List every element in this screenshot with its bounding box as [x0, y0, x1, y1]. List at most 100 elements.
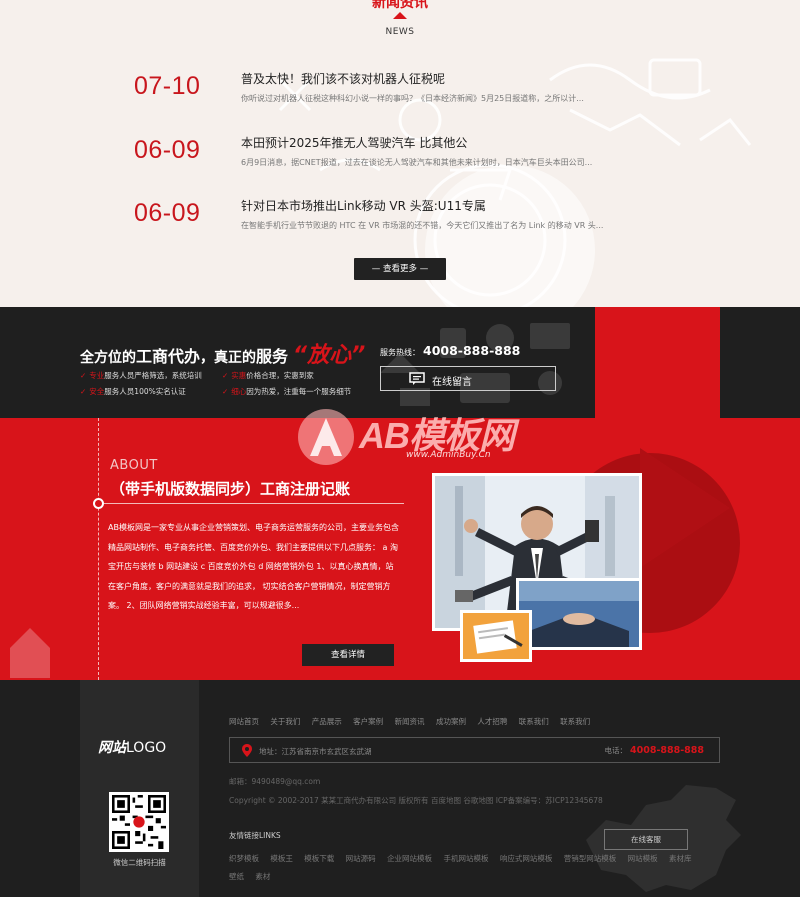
friend-link[interactable]: 模板下载	[304, 850, 334, 868]
friend-link[interactable]: 营销型网站模板	[564, 850, 617, 868]
check-icon: ✓	[222, 387, 229, 396]
phone-label: 电话：	[604, 746, 628, 755]
site-footer: 网站LOGO 微信二维码扫描 网站首页 关于我们 产品展示 客户案例 新闻资讯 …	[0, 680, 800, 897]
logo-cn: 网站	[98, 740, 126, 756]
company-email: 邮箱：9490489@qq.com	[229, 777, 321, 786]
news-date: 07-10	[134, 72, 201, 100]
footer-nav: 网站首页 关于我们 产品展示 客户案例 新闻资讯 成功案例 人才招聘 联系我们 …	[229, 716, 599, 727]
banner-headline: 全方位的工商代办，真正的服务 “放心”	[80, 337, 365, 369]
about-decor-icon	[10, 628, 50, 678]
headline-part: 服务	[256, 347, 289, 366]
logo-en: LOGO	[126, 740, 167, 756]
footer-nav-link[interactable]: 联系我们	[560, 717, 590, 726]
caret-up-icon	[393, 12, 407, 19]
headline-part: 全方位的	[80, 350, 136, 366]
feature-keyword: 实惠	[231, 371, 247, 380]
footer-nav-link[interactable]: 人才招聘	[477, 717, 507, 726]
about-label-en: ABOUT	[110, 458, 158, 473]
feature-item: ✓ 细心因为热爱，注重每一个服务细节	[222, 386, 351, 397]
view-more-news-button[interactable]: — 查看更多 —	[354, 258, 446, 280]
news-section-subtitle: NEWS	[385, 27, 415, 37]
site-logo[interactable]: 网站LOGO	[98, 737, 166, 757]
wechat-qr-code	[109, 792, 169, 852]
news-summary: 在智能手机行业节节败退的 HTC 在 VR 市场混的还不错，今天它们又推出了名为…	[241, 221, 604, 230]
friend-link[interactable]: 企业网站模板	[387, 850, 432, 868]
location-pin-icon	[242, 744, 252, 757]
feature-text: 服务人员严格筛选，系统培训	[104, 371, 202, 380]
phone-number: 4008-888-888	[630, 745, 704, 756]
footer-nav-link[interactable]: 新闻资讯	[395, 717, 425, 726]
address-bar: 地址：江苏省南京市玄武区玄武湖 电话： 4008-888-888	[229, 737, 720, 763]
footer-nav-link[interactable]: 客户案例	[353, 717, 383, 726]
news-item[interactable]: 07-10 普及太快！我们该不该对机器人征税呢 你听说过对机器人征税这种科幻小说…	[134, 70, 654, 120]
footer-nav-link[interactable]: 成功案例	[436, 717, 466, 726]
feature-item: ✓ 实惠价格合理，实惠到家	[222, 370, 314, 381]
news-summary: 6月9日消息，据CNET报道，过去在谈论无人驾驶汽车和其他未来计划时，日本汽车巨…	[241, 158, 593, 167]
feature-keyword: 细心	[231, 387, 247, 396]
friend-link[interactable]: 响应式网站模板	[500, 850, 553, 868]
footer-brand-panel: 网站LOGO 微信二维码扫描	[80, 680, 199, 897]
about-decor-triangle	[640, 448, 730, 568]
feature-item: ✓ 安全服务人员100%实名认证	[80, 386, 186, 397]
friend-link[interactable]: 模板王	[270, 850, 293, 868]
feature-keyword: 安全	[89, 387, 105, 396]
news-section-title: 新闻资讯	[372, 0, 428, 11]
feature-text: 因为热爱，注重每一个服务细节	[246, 387, 352, 396]
hotline-number: 4008-888-888	[423, 343, 521, 358]
watermark-logo-icon	[298, 409, 354, 465]
view-details-button[interactable]: 查看详情	[302, 644, 394, 666]
online-message-button[interactable]: 在线留言	[380, 366, 556, 391]
friend-link[interactable]: 壁纸	[229, 868, 244, 886]
friend-link[interactable]: 素材库	[669, 850, 692, 868]
footer-nav-link[interactable]: 网站首页	[229, 717, 259, 726]
footer-nav-link[interactable]: 联系我们	[519, 717, 549, 726]
timeline-dot	[93, 498, 104, 509]
footer-nav-link[interactable]: 关于我们	[270, 717, 300, 726]
handshake-photo	[516, 578, 642, 650]
feature-item: ✓ 专业服务人员严格筛选，系统培训	[80, 370, 202, 381]
news-summary: 你听说过对机器人征税这种科幻小说一样的事吗？《日本经济新闻》5月25日报道称，之…	[241, 94, 584, 103]
copyright-text: Copyright © 2002-2017 某某工商代办有限公司 版权所有 百度…	[229, 796, 603, 805]
friend-links-title: 友情链接LINKS	[229, 831, 281, 840]
headline-part: ，真正的	[200, 350, 257, 366]
news-date: 06-09	[134, 199, 201, 227]
footer-nav-link[interactable]: 产品展示	[312, 717, 342, 726]
feature-text: 价格合理，实惠到家	[246, 371, 314, 380]
company-address: 地址：江苏省南京市玄武区玄武湖	[259, 747, 372, 756]
banner-background-icons	[380, 323, 570, 406]
friend-link[interactable]: 手机网站模板	[443, 850, 488, 868]
news-section: 新闻资讯 NEWS 07-10 普及太快！我们该不该对机器人征税呢 你听说过对机…	[0, 0, 800, 307]
site-watermark: AB模板网 www.AdminBuy.Cn	[296, 404, 516, 484]
news-item[interactable]: 06-09 针对日本市场推出Link移动 VR 头盔:U11专属 在智能手机行业…	[134, 197, 654, 247]
service-hotline: 服务热线： 4008-888-888	[380, 343, 520, 358]
headline-part: 工商代办	[136, 347, 201, 366]
news-item[interactable]: 06-09 本田预计2025年推无人驾驶汽车 比其他公 6月9日消息，据CNET…	[134, 134, 654, 184]
qr-label: 微信二维码扫描	[113, 858, 166, 867]
message-icon	[409, 372, 425, 385]
company-phone: 电话： 4008-888-888	[605, 745, 705, 756]
news-headline-link[interactable]: 普及太快！我们该不该对机器人征税呢	[241, 70, 445, 87]
feature-text: 服务人员100%实名认证	[104, 387, 186, 396]
banner-red-block	[595, 307, 720, 418]
friend-link[interactable]: 素材	[255, 868, 270, 886]
news-date: 06-09	[134, 136, 201, 164]
headline-emphasis: “放心”	[292, 343, 366, 368]
friend-link[interactable]: 网站源码	[346, 850, 376, 868]
service-banner: 全方位的工商代办，真正的服务 “放心” ✓ 专业服务人员严格筛选，系统培训 ✓ 实惠…	[0, 307, 800, 418]
friend-links: 织梦模板 模板王 模板下载 网站源码 企业网站模板 手机网站模板 响应式网站模板…	[229, 850, 719, 886]
watermark-url: www.AdminBuy.Cn	[406, 450, 491, 460]
news-headline-link[interactable]: 针对日本市场推出Link移动 VR 头盔:U11专属	[241, 197, 486, 214]
timeline-line	[98, 418, 99, 680]
documents-photo	[460, 610, 532, 662]
friend-link[interactable]: 织梦模板	[229, 850, 259, 868]
check-icon: ✓	[222, 371, 229, 380]
hotline-label: 服务热线：	[380, 348, 420, 357]
check-icon: ✓	[80, 371, 87, 380]
feature-keyword: 专业	[89, 371, 105, 380]
about-description: AB模板网是一家专业从事企业营销策划、电子商务运营服务的公司，主要业务包含精品网…	[108, 523, 399, 610]
friend-link[interactable]: 网站模板	[628, 850, 658, 868]
news-headline-link[interactable]: 本田预计2025年推无人驾驶汽车 比其他公	[241, 134, 467, 151]
online-message-label: 在线留言	[432, 377, 472, 388]
online-service-button[interactable]: 在线客服	[604, 829, 688, 850]
timeline-divider	[104, 503, 404, 504]
